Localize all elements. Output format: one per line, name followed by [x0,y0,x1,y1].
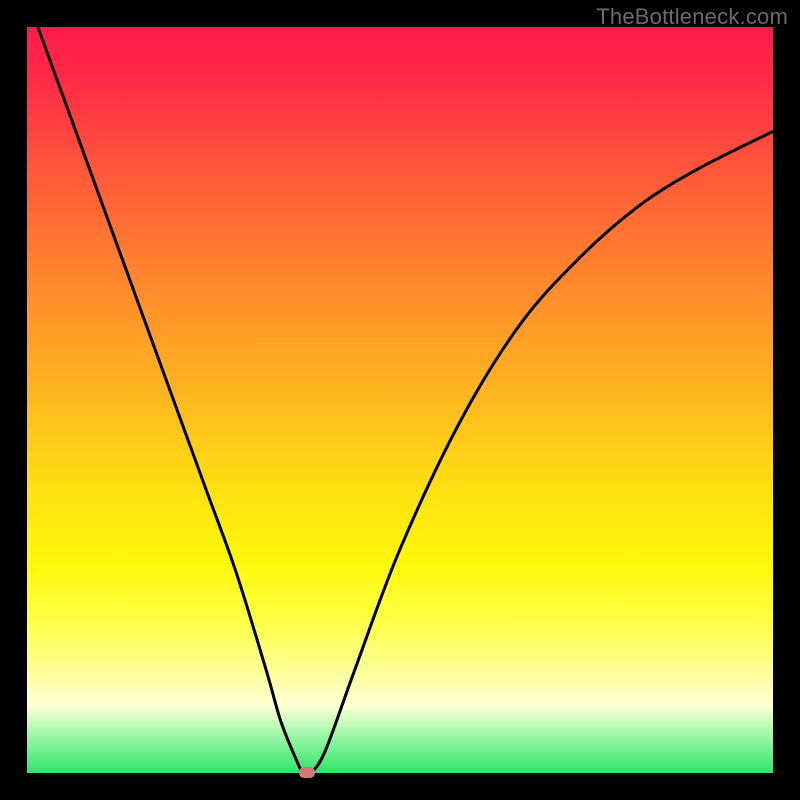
plot-area [27,27,773,773]
bottleneck-curve-path [27,27,773,773]
chart-frame: TheBottleneck.com [0,0,800,800]
curve-svg [27,27,773,773]
optimal-marker [299,767,315,778]
watermark-text: TheBottleneck.com [596,4,788,30]
